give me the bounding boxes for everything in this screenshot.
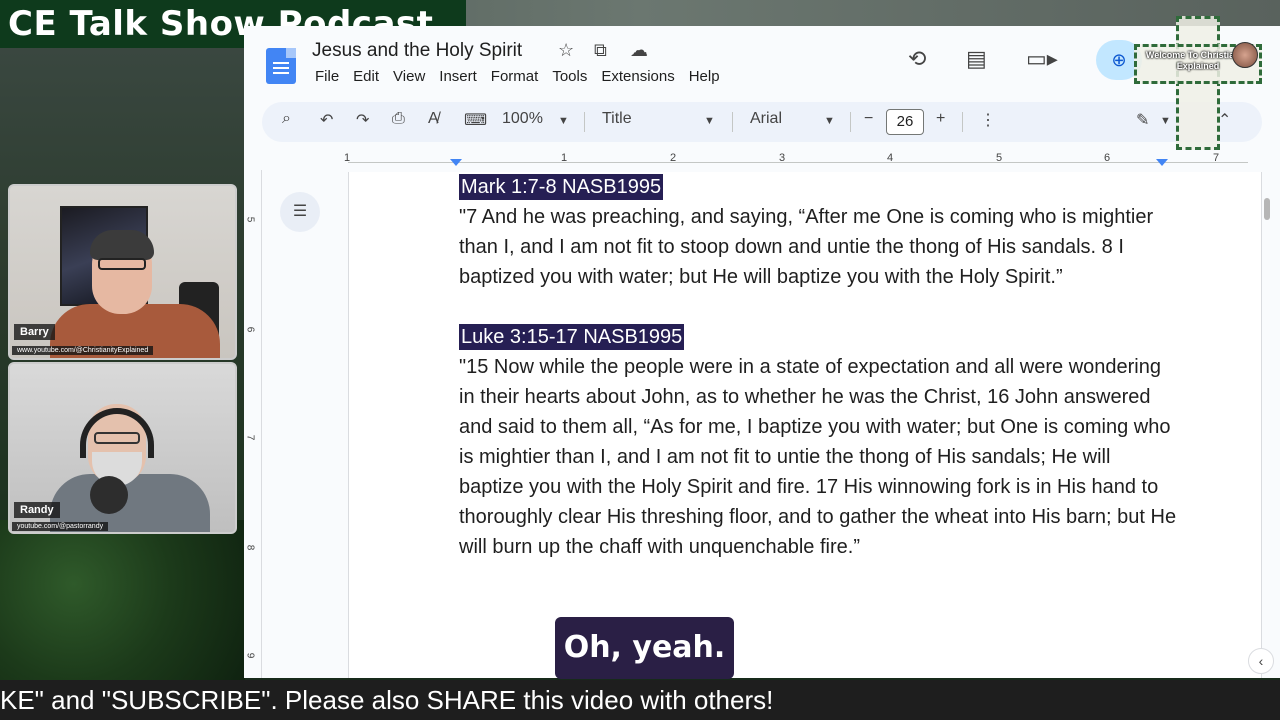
menu-tools[interactable]: Tools	[545, 68, 594, 85]
cam-url-label: www.youtube.com/@ChristianityExplained	[12, 346, 154, 355]
glasses	[98, 258, 146, 270]
meet-icon[interactable]: ▭▸	[1026, 46, 1058, 72]
passage-text: "15 Now while the people were in a state…	[459, 356, 1177, 558]
comments-icon[interactable]: ▤	[966, 46, 987, 72]
passage-block: Luke 3:15-17 NASB1995 "15 Now while the …	[459, 322, 1179, 562]
menu-help[interactable]: Help	[682, 68, 727, 85]
docs-logo-icon[interactable]	[266, 48, 296, 84]
search-icon[interactable]: ⌕	[282, 110, 291, 128]
paint-format-icon[interactable]: ⌨	[464, 110, 487, 130]
move-folder-icon[interactable]: ⧉	[594, 40, 607, 61]
chevron-down-icon[interactable]: ▼	[704, 115, 715, 127]
passage-text: "7 And he was preaching, and saying, “Af…	[459, 206, 1154, 288]
background-forest	[0, 520, 245, 680]
spellcheck-icon[interactable]: A̸	[428, 110, 439, 128]
person-hair	[90, 230, 154, 260]
document-title[interactable]: Jesus and the Holy Spirit	[312, 40, 522, 62]
cam-name-label: Barry	[14, 324, 55, 340]
glasses	[94, 432, 140, 444]
ruler-number: 6	[1104, 152, 1111, 164]
ruler-number: 4	[887, 152, 894, 164]
vertical-ruler: 5 6 7 8 9	[244, 170, 262, 678]
subtitle-caption: Oh, yeah.	[555, 617, 734, 679]
toolbar: ⌕ ↶ ↷ ⎙ A̸ ⌨ 100% ▼ Title ▼ Arial ▼ − 26…	[262, 102, 1262, 142]
increase-font-size-button[interactable]: +	[936, 110, 945, 128]
redo-icon[interactable]: ↷	[356, 110, 369, 130]
ruler-number: 7	[244, 434, 256, 441]
print-icon[interactable]: ⎙	[392, 110, 405, 128]
font-size-input[interactable]: 26	[886, 109, 924, 135]
passage-heading: Mark 1:7-8 NASB1995	[459, 174, 664, 200]
cam-url-label: youtube.com/@pastorrandy	[12, 522, 109, 531]
history-icon[interactable]: ⟲	[908, 46, 926, 72]
ruler-number: 1	[561, 152, 568, 164]
chevron-down-icon[interactable]: ▼	[558, 115, 569, 127]
ruler-number: 1	[344, 152, 351, 164]
scrolling-ticker: KE" and "SUBSCRIBE". Please also SHARE t…	[0, 680, 1280, 720]
google-docs-window: Jesus and the Holy Spirit ☆ ⧉ ☁ File Edi…	[244, 26, 1280, 678]
document-page[interactable]: Mark 1:7-8 NASB1995 "7 And he was preach…	[348, 172, 1262, 678]
more-options-icon[interactable]: ⋮	[980, 110, 996, 130]
webcam-randy: Randy youtube.com/@pastorrandy	[8, 362, 237, 534]
ruler-number: 6	[244, 326, 256, 333]
ruler-number: 3	[779, 152, 786, 164]
webcam-barry: Barry www.youtube.com/@ChristianityExpla…	[8, 184, 237, 360]
menu-insert[interactable]: Insert	[432, 68, 484, 85]
cloud-status-icon[interactable]: ☁	[630, 40, 648, 61]
menu-view[interactable]: View	[386, 68, 432, 85]
menu-file[interactable]: File	[308, 68, 346, 85]
ruler-number: 5	[996, 152, 1003, 164]
avatar	[1232, 42, 1258, 68]
passage-heading: Luke 3:15-17 NASB1995	[459, 324, 685, 350]
microphone	[90, 476, 128, 514]
undo-icon[interactable]: ↶	[320, 110, 333, 130]
chevron-down-icon[interactable]: ▼	[824, 115, 835, 127]
ruler-number: 7	[1213, 152, 1220, 164]
ruler-number: 2	[670, 152, 677, 164]
decrease-font-size-button[interactable]: −	[864, 110, 873, 128]
document-body[interactable]: Mark 1:7-8 NASB1995 "7 And he was preach…	[459, 172, 1179, 592]
font-select[interactable]: Arial	[750, 110, 782, 128]
passage-block: Mark 1:7-8 NASB1995 "7 And he was preach…	[459, 172, 1179, 292]
document-outline-button[interactable]: ☰	[280, 192, 320, 232]
side-panel-toggle-button[interactable]: ‹	[1248, 648, 1274, 674]
channel-logo: Welcome To Christianity Explained	[1134, 16, 1262, 152]
menu-format[interactable]: Format	[484, 68, 546, 85]
ruler-number: 5	[244, 216, 256, 223]
menu-extensions[interactable]: Extensions	[594, 68, 681, 85]
menu-edit[interactable]: Edit	[346, 68, 386, 85]
style-select[interactable]: Title	[602, 110, 632, 128]
ruler-number: 9	[244, 652, 256, 659]
star-icon[interactable]: ☆	[558, 40, 574, 61]
right-indent-marker[interactable]	[1156, 159, 1168, 166]
horizontal-ruler: 1 1 2 3 4 5 6 7	[260, 150, 1264, 170]
zoom-select[interactable]: 100%	[502, 110, 543, 128]
cam-name-label: Randy	[14, 502, 60, 518]
indent-marker[interactable]	[450, 159, 462, 166]
scrollbar-thumb[interactable]	[1264, 198, 1270, 220]
menu-bar: File Edit View Insert Format Tools Exten…	[308, 68, 727, 85]
ruler-number: 8	[244, 544, 256, 551]
